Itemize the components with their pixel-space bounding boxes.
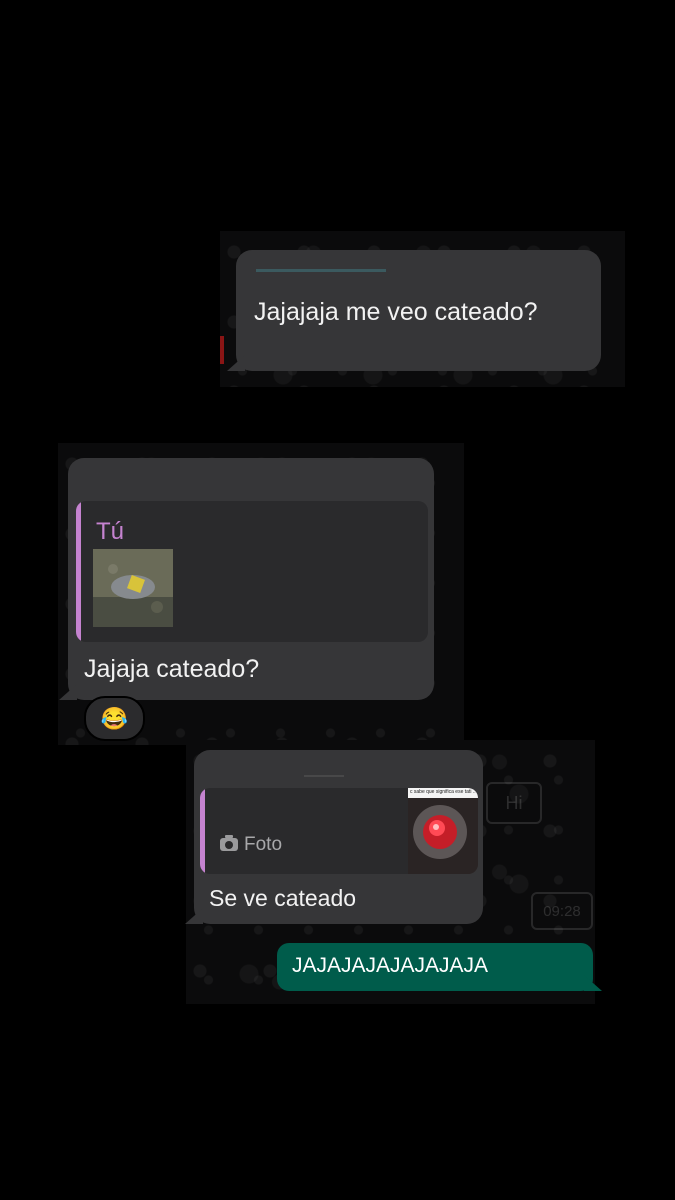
message-bubble-2[interactable]: Tú Jajaja cateado? <box>68 458 434 700</box>
message-bubble-3[interactable]: Foto c sabe que significa ese tati ... S… <box>194 750 483 924</box>
sender-name-redacted <box>256 269 386 272</box>
quote-bar <box>76 501 81 642</box>
thumbnail-caption: c sabe que significa ese tati ... <box>410 789 476 795</box>
screenshot: { "messages": [ { "id": "m1", "text": "J… <box>0 0 675 1200</box>
message-text: Jajajaja me veo cateado? <box>254 298 538 326</box>
camera-icon <box>220 835 238 851</box>
reply-thumbnail: c sabe que significa ese tati ... <box>408 788 478 874</box>
sender-name-redacted <box>304 775 344 777</box>
reply-quote[interactable]: Tú <box>76 501 428 642</box>
hi-doodle: Hi <box>486 782 542 824</box>
message-bubble-4[interactable]: JAJAJAJAJAJAJAJA <box>277 943 593 991</box>
tears-of-joy-emoji: 😂 <box>100 705 129 731</box>
reply-author: Tú <box>96 518 125 545</box>
quote-bar <box>200 788 205 874</box>
message-text: JAJAJAJAJAJAJAJA <box>292 954 489 977</box>
red-edge <box>220 336 224 364</box>
message-text: Jajaja cateado? <box>84 655 260 683</box>
clock-doodle: 09:28 <box>531 892 593 930</box>
reply-quote[interactable]: Foto c sabe que significa ese tati ... <box>200 788 478 874</box>
reply-thumbnail <box>93 549 173 627</box>
reaction-badge[interactable]: 😂 <box>84 696 145 741</box>
message-bubble-1[interactable]: Jajajaja me veo cateado? <box>236 250 601 371</box>
message-text: Se ve cateado <box>209 885 357 911</box>
reply-label: Foto <box>244 834 283 855</box>
